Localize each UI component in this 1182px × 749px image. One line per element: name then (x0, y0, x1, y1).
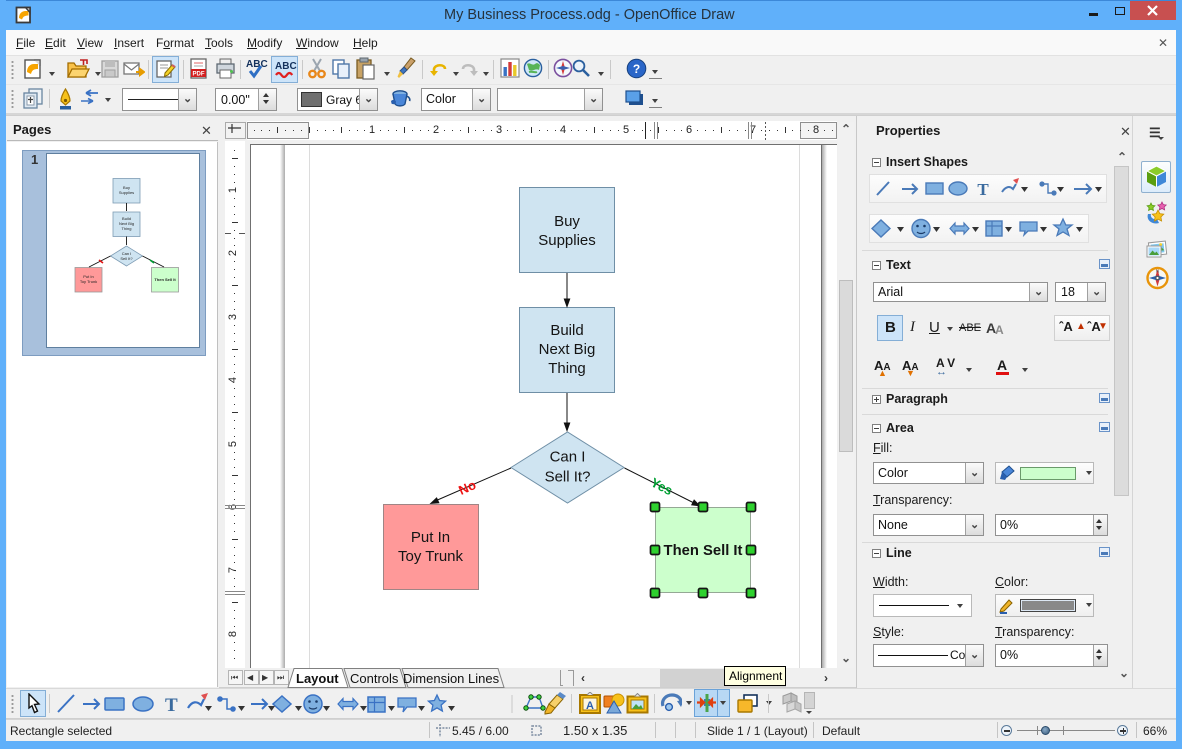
svg-text:Toy Trunk: Toy Trunk (398, 548, 464, 565)
svg-text:Yes: Yes (648, 475, 675, 499)
svg-text:Supplies: Supplies (538, 232, 596, 249)
svg-text:Then Sell It: Then Sell It (664, 543, 743, 559)
svg-text:Put In: Put In (411, 529, 450, 546)
svg-text:N: N (1156, 269, 1159, 274)
svg-text:T: T (977, 180, 989, 199)
svg-text:Controls: Controls (350, 671, 399, 686)
svg-text:A: A (586, 700, 594, 712)
svg-text:Sell It?: Sell It? (545, 469, 591, 486)
svg-text:Build: Build (550, 322, 583, 339)
svg-text:No: No (456, 477, 478, 498)
svg-text:Thing: Thing (548, 360, 586, 377)
svg-text:Can I: Can I (550, 449, 586, 466)
svg-text:T: T (165, 695, 178, 716)
svg-text:Buy: Buy (554, 213, 580, 230)
svg-text:Next Big: Next Big (539, 341, 596, 358)
svg-text:Layout: Layout (296, 671, 339, 686)
svg-text:Dimension Lines: Dimension Lines (403, 671, 500, 686)
